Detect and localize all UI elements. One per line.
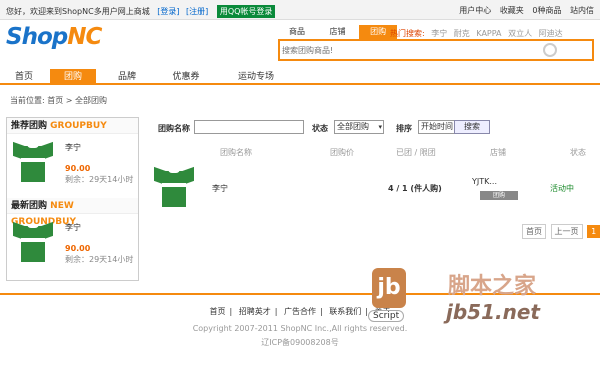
user-center-link[interactable]: 用户中心: [459, 6, 491, 15]
top-bar: 您好，欢迎来到ShopNC多用户网上商城 [登录] [注册] 用QQ帐号登录 用…: [0, 0, 600, 20]
qq-login-button[interactable]: 用QQ帐号登录: [216, 5, 276, 18]
recommend-title: 推荐团购: [11, 121, 48, 131]
hot-keyword[interactable]: 双立人: [508, 29, 532, 38]
time-left: 剩余：29天14小时: [65, 255, 134, 264]
top-bar-right: 用户中心 收藏夹 0种商品 站内信: [453, 5, 594, 16]
product-image[interactable]: [13, 220, 53, 264]
row-store[interactable]: YJTK...: [472, 177, 497, 186]
product-name[interactable]: 李宁: [65, 222, 81, 233]
latest-heading: 最新团购 NEW GROUNDBUY: [7, 198, 138, 227]
hot-keyword[interactable]: 阿迪达: [539, 29, 563, 38]
shopnc-logo[interactable]: ShopNC: [6, 24, 102, 50]
breadcrumb: 当前位置: 首页 > 全部团购: [10, 96, 108, 105]
watermark-cn: 脚本之家: [448, 274, 537, 299]
sidebar: 推荐团购 GROUPBUY 李宁 90.00 剩余：29天14小时 最新团购 N…: [6, 117, 139, 281]
first-page-button[interactable]: 首页: [522, 224, 546, 239]
sort-label: 排序: [396, 124, 412, 133]
header-name: 团购名称: [220, 148, 252, 157]
row-status: 活动中: [550, 184, 574, 193]
name-label: 团购名称: [158, 124, 190, 133]
cart-count[interactable]: 0种商品: [532, 6, 561, 15]
row-name[interactable]: 李宁: [212, 183, 228, 194]
nav-coupon[interactable]: 优惠券: [158, 69, 214, 85]
icp-number: 辽ICP备09008208号: [261, 338, 339, 347]
recommend-item[interactable]: 李宁 90.00 剩余：29天14小时: [7, 134, 138, 198]
logo-nc: NC: [67, 24, 102, 50]
hot-keyword[interactable]: 耐克: [454, 29, 470, 38]
pagination: 首页 上一页 1: [520, 224, 600, 239]
latest-item[interactable]: 李宁 90.00 剩余：29天14小时: [7, 214, 138, 278]
top-bar-left: 您好，欢迎来到ShopNC多用户网上商城 [登录] [注册] 用QQ帐号登录: [6, 5, 280, 18]
row-action-button[interactable]: 团购: [480, 191, 518, 200]
favorites-link[interactable]: 收藏夹: [500, 6, 524, 15]
time-left: 剩余：29天14小时: [65, 175, 134, 184]
status-select[interactable]: 全部团购: [334, 120, 384, 134]
search-icon[interactable]: [543, 43, 557, 57]
watermark-logo-icon: jb: [372, 268, 406, 308]
nav-sports[interactable]: 运动专场: [222, 69, 290, 85]
search-tab-store[interactable]: 店铺: [319, 25, 357, 39]
header-price: 团购价: [330, 148, 354, 157]
messages-link[interactable]: 站内信: [570, 6, 594, 15]
search-tabs: 商品 店铺 团购: [278, 25, 398, 39]
welcome-text: 您好，欢迎来到ShopNC多用户网上商城: [6, 7, 150, 16]
logo-shop: Shop: [6, 24, 68, 50]
table-row[interactable]: 李宁 4 / 1 (件人购) YJTK... 团购 活动中: [150, 163, 600, 213]
header-status: 状态: [570, 148, 586, 157]
hot-search: 热门搜索: 李宁 耐克 KAPPA 双立人 阿迪达: [390, 28, 563, 39]
watermark-script: Script: [368, 310, 405, 322]
current-page[interactable]: 1: [587, 225, 600, 238]
footer-link[interactable]: 广告合作: [284, 307, 316, 316]
product-name[interactable]: 李宁: [65, 142, 81, 153]
search-input[interactable]: [282, 43, 532, 57]
main-nav: 首页 团购 品牌 优惠券 运动专场: [0, 66, 600, 85]
login-link[interactable]: [登录]: [157, 7, 179, 16]
watermark: jb Script 脚本之家 jb51.net: [362, 262, 592, 328]
recommend-heading: 推荐团购 GROUPBUY: [7, 118, 138, 134]
product-image[interactable]: [154, 165, 194, 209]
filter-bar: 团购名称 状态 全部团购 排序 开始时间 搜索: [150, 117, 600, 137]
search-box: [278, 39, 594, 61]
hot-keyword[interactable]: 李宁: [431, 29, 447, 38]
watermark-en: jb51.net: [446, 300, 540, 324]
nav-groupbuy[interactable]: 团购: [50, 69, 96, 85]
nav-brand[interactable]: 品牌: [104, 69, 150, 85]
header-count: 已团 / 限团: [396, 148, 436, 157]
search-button[interactable]: 搜索: [454, 120, 490, 134]
header-store: 店铺: [490, 148, 506, 157]
hot-search-label: 热门搜索:: [390, 29, 425, 38]
table-header: 团购名称 团购价 已团 / 限团 店铺 状态: [150, 147, 600, 159]
footer-link[interactable]: 首页: [210, 307, 226, 316]
latest-title: 最新团购: [11, 201, 48, 211]
hot-keyword[interactable]: KAPPA: [476, 29, 501, 38]
row-count: 4 / 1 (件人购): [388, 184, 442, 193]
footer-link[interactable]: 招聘英才: [239, 307, 271, 316]
recommend-title-en: GROUPBUY: [50, 121, 107, 131]
search-tab-goods[interactable]: 商品: [278, 25, 316, 39]
product-price: 90.00: [65, 164, 91, 173]
product-image[interactable]: [13, 140, 53, 184]
register-link[interactable]: [注册]: [186, 7, 208, 16]
name-input[interactable]: [194, 120, 304, 134]
prev-page-button[interactable]: 上一页: [550, 224, 583, 239]
nav-home[interactable]: 首页: [4, 69, 44, 85]
product-price: 90.00: [65, 244, 91, 253]
status-label: 状态: [312, 124, 328, 133]
footer-link[interactable]: 联系我们: [329, 307, 361, 316]
